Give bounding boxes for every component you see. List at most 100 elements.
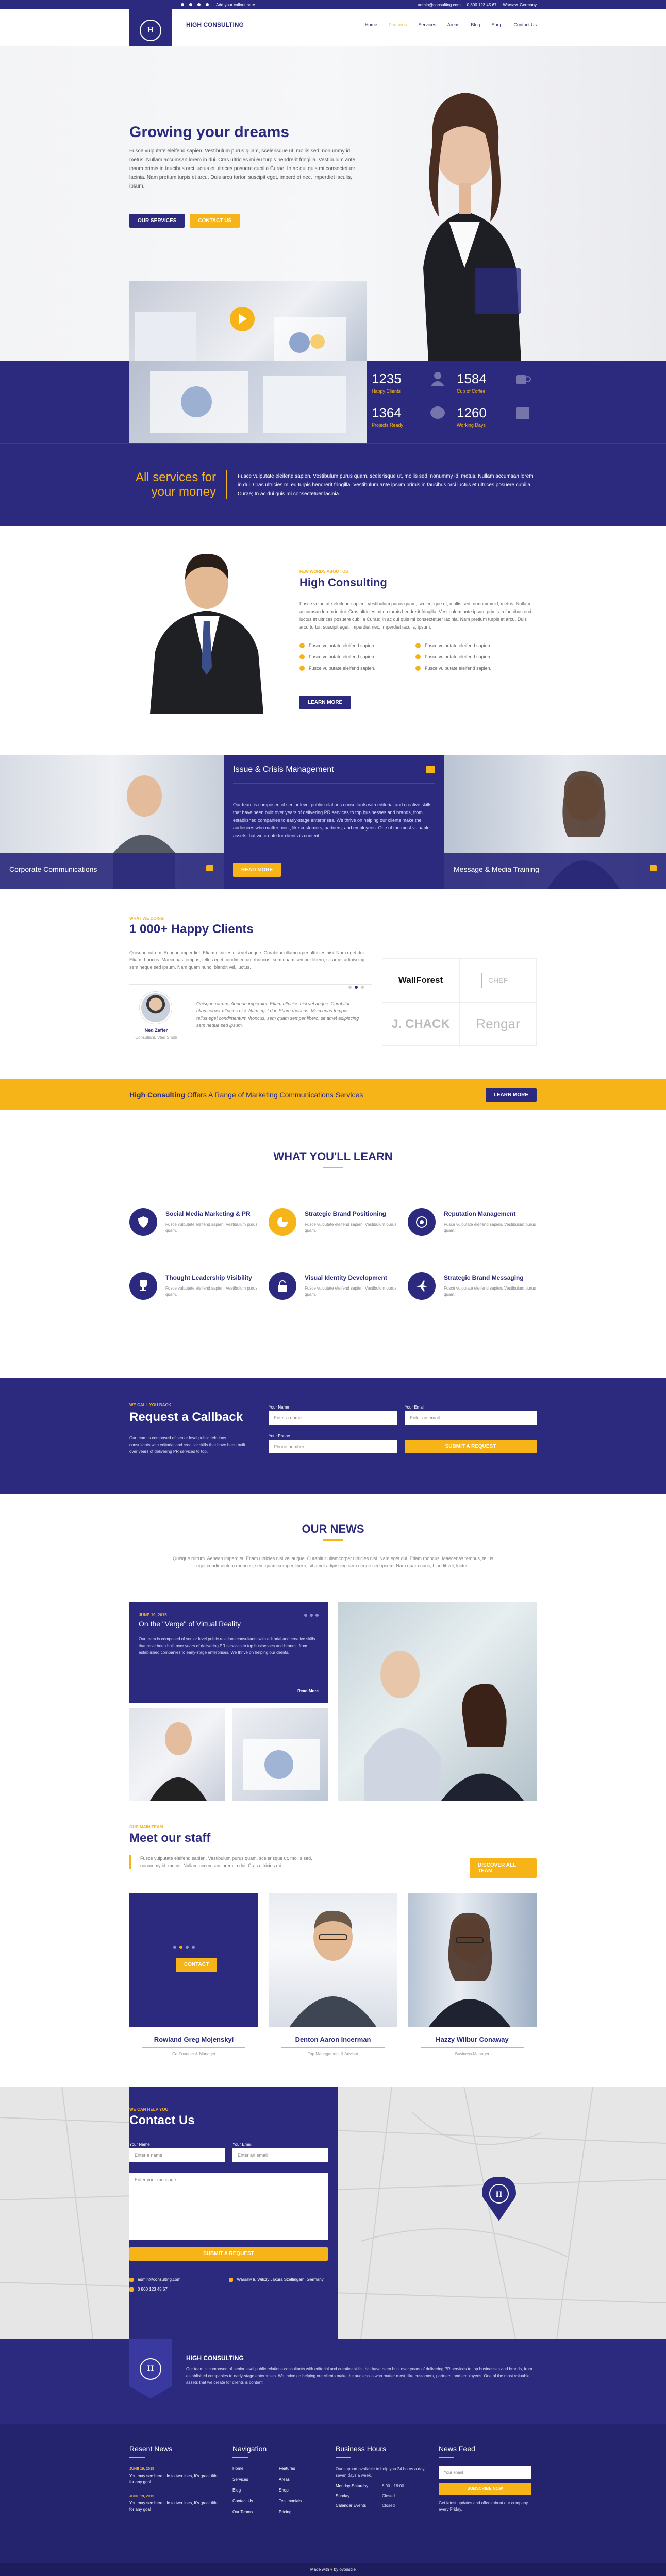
email-input[interactable]: Enter an email bbox=[232, 2148, 328, 2162]
email-input[interactable]: Enter an email bbox=[405, 1411, 537, 1425]
service-issue-crisis-management[interactable]: Issue & Crisis Management Our team is co… bbox=[224, 755, 444, 889]
shield-icon bbox=[129, 1208, 157, 1236]
service-title: Issue & Crisis Management bbox=[233, 765, 334, 774]
footer-nav-shop[interactable]: Shop bbox=[279, 2488, 325, 2493]
footer-nav-contact[interactable]: Contact Us bbox=[232, 2499, 279, 2503]
footer-nav-services[interactable]: Services bbox=[232, 2477, 279, 2482]
staff-section: OUR MAIN TEAM Meet our staff Fusce vulpu… bbox=[0, 1798, 666, 2087]
footer-nav-testimonials[interactable]: Testimonials bbox=[279, 2499, 325, 2503]
our-services-button[interactable]: Our Services bbox=[129, 214, 185, 228]
google-plus-icon[interactable] bbox=[197, 3, 201, 6]
read-more-button[interactable]: Read More bbox=[233, 863, 281, 877]
footer-col-title: Resent News bbox=[129, 2445, 173, 2453]
google-plus-icon[interactable] bbox=[315, 1614, 319, 1617]
discover-team-button[interactable]: Discover All Team bbox=[470, 1858, 537, 1878]
hero-woman-photo bbox=[423, 93, 521, 361]
footer-nav-pricing[interactable]: Pricing bbox=[279, 2510, 325, 2514]
footer-post[interactable]: JUNE 19, 2015 You may see here title to … bbox=[129, 2467, 222, 2485]
nav-item-services[interactable]: Services bbox=[418, 22, 436, 27]
contact-submit-button[interactable]: Submit a Request bbox=[129, 2247, 328, 2261]
learn-item[interactable]: Strategic Brand Positioning Fusce vulputa… bbox=[269, 1208, 397, 1236]
facebook-icon[interactable] bbox=[304, 1614, 307, 1617]
news-image[interactable] bbox=[338, 1602, 537, 1801]
name-input[interactable]: Enter a name bbox=[129, 2148, 225, 2162]
learn-item[interactable]: Social Media Marketing & PR Fusce vulputa… bbox=[129, 1208, 258, 1236]
woman-with-glasses-photo bbox=[428, 1912, 511, 2027]
nav-item-contact[interactable]: Contact Us bbox=[513, 22, 537, 27]
facebook-icon[interactable] bbox=[173, 1946, 176, 1949]
staff-name: Denton Aaron Incerman bbox=[295, 2036, 371, 2043]
nav-item-blog[interactable]: Blog bbox=[471, 22, 480, 27]
post-date: JUNE 19, 2015 bbox=[129, 2495, 154, 2498]
nav-item-home[interactable]: Home bbox=[365, 22, 377, 27]
learn-item[interactable]: Visual Identity Development Fusce vulputa… bbox=[269, 1272, 397, 1300]
stat-number: 1364 bbox=[372, 405, 402, 420]
video-play-button[interactable] bbox=[230, 307, 255, 331]
stat-label: Projects Ready bbox=[372, 422, 404, 428]
learn-item[interactable]: Strategic Brand Messaging Fusce vulputate… bbox=[408, 1272, 537, 1300]
twitter-icon[interactable] bbox=[310, 1614, 313, 1617]
submit-request-button[interactable]: Submit a Request bbox=[405, 1440, 537, 1453]
brand-name[interactable]: HIGH CONSULTING bbox=[186, 21, 244, 28]
client-logo-jchack[interactable]: J. CHACK bbox=[382, 1002, 459, 1046]
linkedin-icon[interactable] bbox=[206, 3, 209, 6]
footer-nav-home[interactable]: Home bbox=[232, 2466, 279, 2471]
phone-input[interactable]: Phone number bbox=[269, 1440, 397, 1453]
news-card[interactable]: JUNE 19, 2015 On the "Verge" of Virtual … bbox=[129, 1602, 328, 1703]
footer-nav-features[interactable]: Features bbox=[279, 2466, 325, 2471]
service-media-training[interactable]: Message & Media Training bbox=[444, 755, 666, 889]
footer-logo[interactable]: H bbox=[129, 2339, 172, 2398]
contact-staff-button[interactable]: Contact bbox=[176, 1958, 218, 1972]
staff-card[interactable]: Denton Aaron Incerman Top Management & A… bbox=[269, 1893, 397, 2063]
service-corporate-communications[interactable]: Corporate Communications bbox=[0, 755, 224, 889]
footer-nav-blog[interactable]: Blog bbox=[232, 2488, 279, 2493]
linkedin-icon[interactable] bbox=[192, 1946, 195, 1949]
social-links bbox=[181, 3, 209, 6]
slider-dot[interactable] bbox=[361, 986, 364, 989]
footer-post[interactable]: JUNE 19, 2015 You may see here title to … bbox=[129, 2495, 222, 2513]
twitter-icon[interactable] bbox=[179, 1946, 182, 1949]
client-logo-chef[interactable]: CHEF bbox=[459, 958, 537, 1002]
footer-navigation: Navigation Home Features Services Areas … bbox=[232, 2445, 325, 2514]
learn-item[interactable]: Reputation Management Fusce vulputate ele… bbox=[408, 1208, 537, 1236]
contact-email[interactable]: admin@consulting.com bbox=[129, 2277, 229, 2282]
google-plus-icon[interactable] bbox=[186, 1946, 189, 1949]
news-image[interactable] bbox=[129, 1708, 225, 1801]
news-headline[interactable]: On the "Verge" of Virtual Reality bbox=[139, 1620, 241, 1628]
testimonial-quote: Quisque rutrum. Aenean imperdiet. Etiam … bbox=[196, 1001, 359, 1028]
read-more-link[interactable]: Read More bbox=[297, 1689, 319, 1693]
subscribe-button[interactable]: Subscribe Now bbox=[439, 2483, 531, 2495]
calendar-icon bbox=[516, 407, 529, 419]
nav-item-features[interactable]: Features bbox=[389, 22, 407, 27]
message-textarea[interactable]: Enter your message bbox=[129, 2173, 328, 2240]
footer-nav-teams[interactable]: Our Teams bbox=[232, 2510, 279, 2514]
map-pin-icon[interactable]: H bbox=[482, 2177, 516, 2221]
twitter-icon[interactable] bbox=[189, 3, 192, 6]
facebook-icon[interactable] bbox=[181, 3, 184, 6]
slider-dot[interactable] bbox=[348, 986, 352, 989]
learn-more-button[interactable]: Learn More bbox=[299, 696, 351, 709]
avatar bbox=[140, 992, 172, 1024]
divider bbox=[232, 2457, 248, 2458]
nav-item-shop[interactable]: Shop bbox=[491, 22, 502, 27]
slider-dot-active[interactable] bbox=[355, 986, 358, 989]
post-title[interactable]: You may see here title to two lines, It'… bbox=[129, 2500, 222, 2513]
staff-card[interactable]: Hazzy Wilbur Conaway Business Manager bbox=[408, 1893, 537, 2063]
nav-item-areas[interactable]: Areas bbox=[447, 22, 460, 27]
name-input[interactable]: Enter a name bbox=[269, 1411, 397, 1425]
client-logo-rengar[interactable]: Rengar bbox=[459, 1002, 537, 1046]
post-title[interactable]: You may see here title to two lines, It'… bbox=[129, 2473, 222, 2485]
newsletter-email-input[interactable]: Your email bbox=[439, 2466, 531, 2479]
stat-number: 1235 bbox=[372, 371, 402, 386]
learn-item[interactable]: Thought Leadership Visibility Fusce vulpu… bbox=[129, 1272, 258, 1300]
staff-card[interactable]: Contact Rowland Greg Mojenskyi Co-Founde… bbox=[129, 1893, 258, 2063]
contact-us-button[interactable]: Contact Us bbox=[190, 214, 240, 228]
client-logos: WallForest CHEF J. CHACK Rengar bbox=[382, 958, 537, 1046]
news-image[interactable] bbox=[232, 1708, 328, 1801]
topbar-phone: 0 800 123 45 67 bbox=[467, 2, 497, 7]
client-logo-wallforest[interactable]: WallForest bbox=[382, 958, 459, 1002]
topbar-email[interactable]: admin@consulting.com bbox=[418, 3, 460, 7]
logo-seal-icon: H bbox=[140, 2358, 161, 2380]
footer-nav-areas[interactable]: Areas bbox=[279, 2477, 325, 2482]
marketing-learn-more-button[interactable]: Learn More bbox=[485, 1088, 537, 1102]
